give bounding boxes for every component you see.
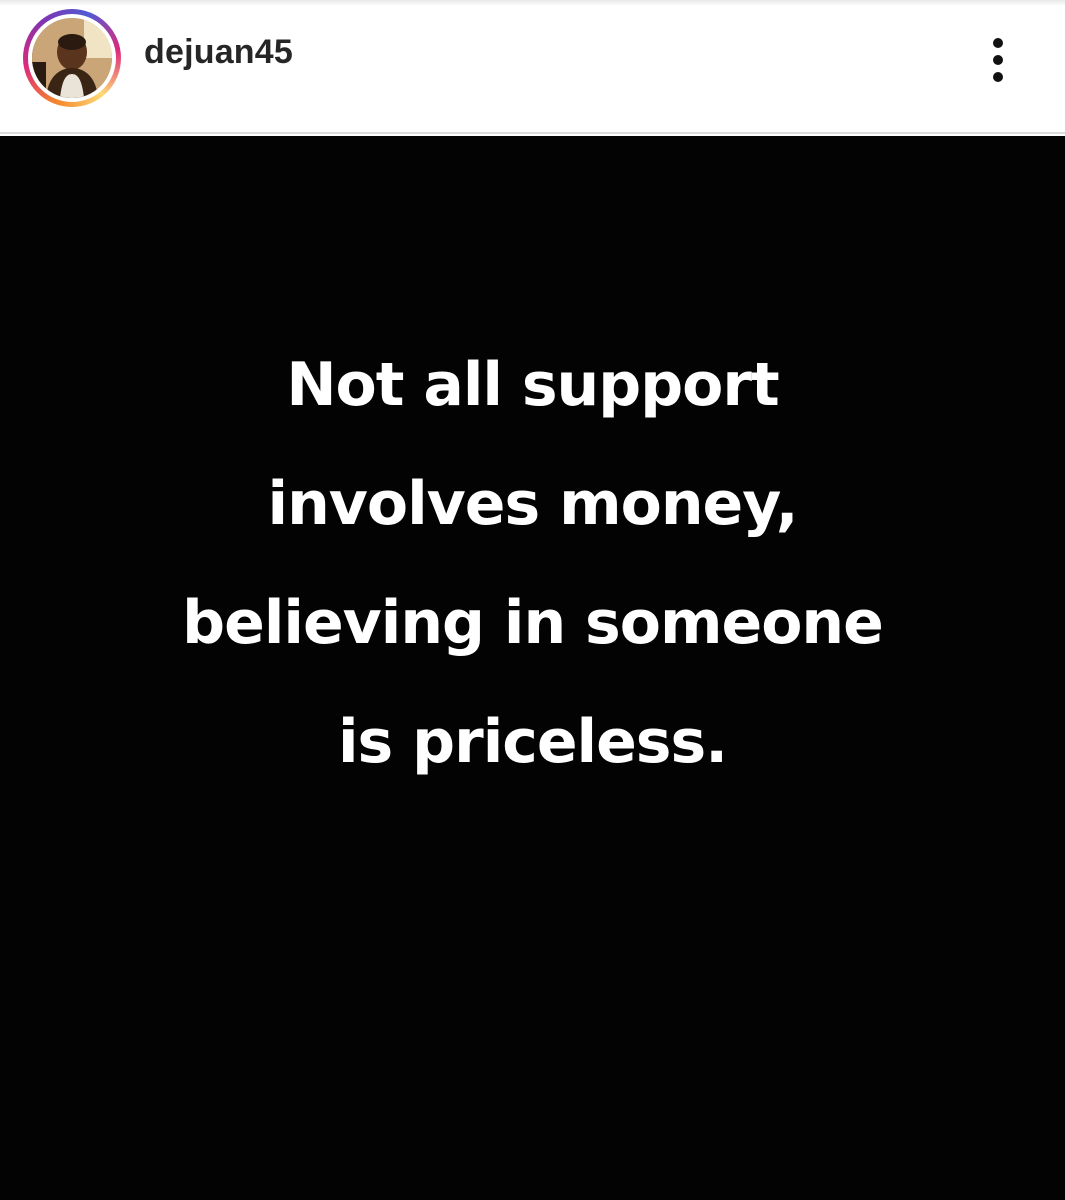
quote-text: Not all support involves money, believin…: [0, 326, 1065, 802]
username[interactable]: dejuan45: [144, 33, 293, 72]
avatar[interactable]: [32, 18, 112, 98]
quote-line: believing in someone: [182, 588, 884, 658]
more-options-button[interactable]: [978, 34, 1018, 86]
header-top-shadow: [0, 0, 1065, 6]
quote-line: Not all support: [286, 350, 779, 420]
story-ring[interactable]: [23, 9, 121, 107]
more-vertical-icon-dot: [993, 55, 1003, 65]
quote-line: involves money,: [267, 469, 799, 539]
more-vertical-icon-dot: [993, 72, 1003, 82]
more-vertical-icon: [993, 38, 1003, 48]
quote-line: is priceless.: [337, 707, 728, 777]
avatar-photo: [32, 18, 112, 98]
post-header: dejuan45: [0, 0, 1065, 134]
